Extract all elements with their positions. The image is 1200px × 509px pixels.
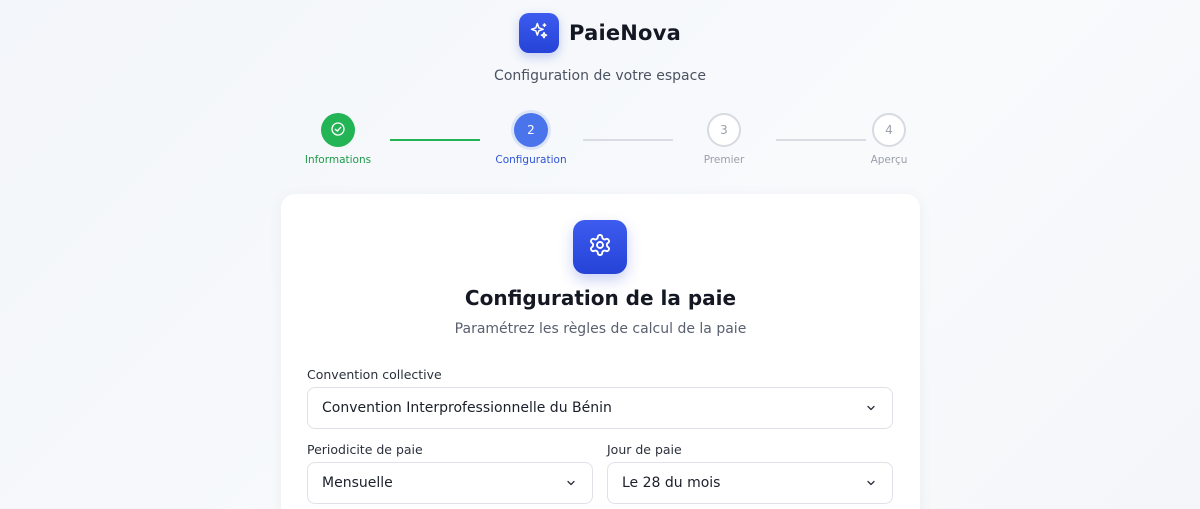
periodicite-value: Mensuelle	[322, 475, 393, 491]
step-configuration[interactable]: 2 Configuration	[486, 113, 576, 166]
config-card: Configuration de la paie Paramétrez les …	[281, 194, 920, 509]
step-3-label: Premier	[703, 154, 745, 166]
gear-icon	[588, 233, 612, 261]
step-premier[interactable]: 3 Premier	[679, 113, 769, 166]
step-apercu[interactable]: 4 Aperçu	[844, 113, 934, 166]
card-subtitle: Paramétrez les règles de calcul de la pa…	[454, 321, 747, 337]
chevron-down-icon	[564, 476, 578, 490]
step-connector-2	[583, 139, 673, 141]
brand-header: PaieNova	[0, 13, 1200, 53]
convention-value: Convention Interprofessionnelle du Bénin	[322, 400, 612, 416]
convention-label: Convention collective	[307, 367, 442, 382]
periodicite-label: Periodicite de paie	[307, 442, 423, 457]
step-1-circle	[321, 113, 355, 147]
step-informations[interactable]: Informations	[293, 113, 383, 166]
step-2-label: Configuration	[495, 154, 567, 166]
step-4-circle: 4	[872, 113, 906, 147]
jour-value: Le 28 du mois	[622, 475, 721, 491]
convention-select[interactable]: Convention Interprofessionnelle du Bénin	[307, 387, 893, 429]
step-4-label: Aperçu	[870, 154, 908, 166]
step-1-label: Informations	[304, 154, 372, 166]
chevron-down-icon	[864, 401, 878, 415]
periodicite-select[interactable]: Mensuelle	[307, 462, 593, 504]
step-3-circle: 3	[707, 113, 741, 147]
brand-name: PaieNova	[569, 21, 681, 45]
brand-logo	[519, 13, 560, 53]
jour-label: Jour de paie	[607, 442, 682, 457]
check-circle-icon	[330, 121, 346, 140]
step-connector-1	[390, 139, 480, 141]
page-subtitle: Configuration de votre espace	[494, 68, 706, 84]
step-2-circle: 2	[514, 113, 548, 147]
chevron-down-icon	[864, 476, 878, 490]
sparkles-icon	[529, 21, 549, 45]
card-icon	[573, 220, 627, 274]
card-title: Configuration de la paie	[464, 286, 737, 310]
jour-select[interactable]: Le 28 du mois	[607, 462, 893, 504]
